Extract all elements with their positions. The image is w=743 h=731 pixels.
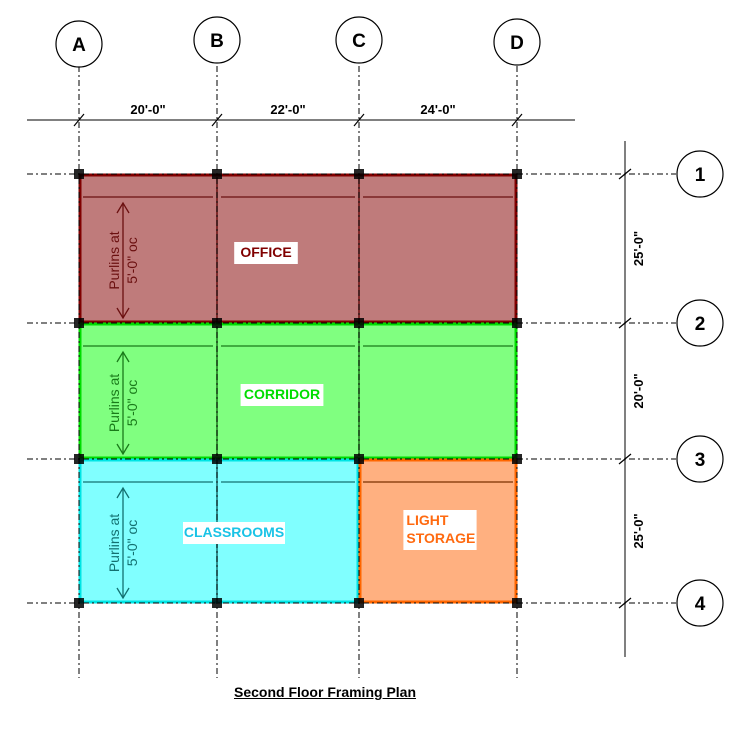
column-marker: [74, 169, 84, 179]
dimension-text: 24'-0": [420, 102, 455, 117]
column-marker: [74, 318, 84, 328]
dimension-text: 25'-0": [631, 513, 646, 548]
column-marker: [212, 169, 222, 179]
purlin-note-line-1: Purlins at: [106, 514, 122, 572]
room-label-text: CORRIDOR: [244, 386, 320, 402]
grid-bubble-4: 4: [676, 579, 724, 627]
grid-bubble-label: 1: [695, 165, 706, 186]
purlin-note-line-1: Purlins at: [106, 374, 122, 432]
room-label-text: OFFICE: [240, 244, 291, 260]
column-marker: [212, 598, 222, 608]
grid-bubble-3: 3: [676, 435, 724, 483]
grid-bubble-label: 3: [695, 450, 706, 471]
room-label-text: CLASSROOMS: [184, 524, 284, 540]
grid-bubble-label: A: [72, 35, 86, 56]
dimension-text: 22'-0": [270, 102, 305, 117]
column-marker: [354, 454, 364, 464]
room-label-office: OFFICE: [234, 242, 298, 264]
dimension-text: 20'-0": [631, 373, 646, 408]
purlin-note-line-2: 5'-0" oc: [124, 380, 140, 427]
column-marker: [354, 598, 364, 608]
grid-bubble-1: 1: [676, 150, 724, 198]
column-marker: [354, 318, 364, 328]
grid-bubble-D: D: [493, 18, 541, 66]
dimension-text: 25'-0": [631, 231, 646, 266]
grid-bubble-A: A: [55, 20, 103, 68]
column-marker: [512, 318, 522, 328]
column-marker: [512, 598, 522, 608]
purlin-note-line-2: 5'-0" oc: [124, 520, 140, 567]
room-label-text: STORAGE: [406, 530, 475, 546]
framing-plan: Purlins at 5'-0" ocPurlins at 5'-0" ocPurl…: [27, 16, 724, 678]
column-marker: [74, 598, 84, 608]
dimension-text: 20'-0": [130, 102, 165, 117]
column-marker: [74, 454, 84, 464]
room-label-corridor: CORRIDOR: [240, 384, 324, 406]
grid-bubble-B: B: [193, 16, 241, 64]
room-label-text: LIGHT: [406, 512, 448, 528]
column-marker: [512, 454, 522, 464]
purlin-note-line-1: Purlins at: [106, 231, 122, 289]
grid-bubble-2: 2: [676, 299, 724, 347]
column-marker: [512, 169, 522, 179]
room-office: Purlins at 5'-0" oc: [78, 173, 518, 324]
room-label-light-storage: LIGHT STORAGE: [403, 510, 477, 550]
grid-bubble-label: D: [510, 33, 524, 54]
grid-bubble-label: B: [210, 31, 224, 52]
drawing-title: Second Floor Framing Plan: [233, 684, 417, 700]
column-marker: [354, 169, 364, 179]
column-marker: [212, 318, 222, 328]
column-marker: [212, 454, 222, 464]
grid-bubble-label: 4: [695, 594, 706, 615]
room-label-classrooms: CLASSROOMS: [183, 522, 285, 544]
grid-bubble-label: C: [352, 31, 366, 52]
purlin-note-line-2: 5'-0" oc: [124, 237, 140, 284]
grid-bubble-label: 2: [695, 314, 706, 335]
grid-bubble-C: C: [335, 16, 383, 64]
